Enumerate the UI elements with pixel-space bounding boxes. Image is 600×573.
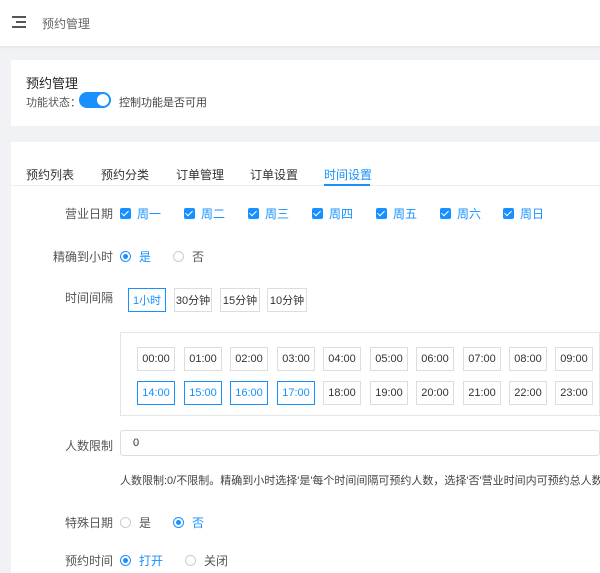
menu-fold-icon[interactable] xyxy=(12,16,26,28)
time-slot-button[interactable]: 16:00 xyxy=(230,381,268,405)
special-date-yes-radio[interactable]: 是 xyxy=(120,514,151,531)
time-slot-button[interactable]: 08:00 xyxy=(509,347,547,371)
top-bar: 预约管理 xyxy=(0,0,600,46)
checkbox-checked-icon xyxy=(184,208,195,219)
checkbox-checked-icon xyxy=(503,208,514,219)
time-slot-button[interactable]: 03:00 xyxy=(277,347,315,371)
business-day-sat-checkbox[interactable]: 周六 xyxy=(440,205,481,222)
time-slot-button[interactable]: 09:00 xyxy=(555,347,593,371)
time-slots-panel: 00:00 01:00 02:00 03:00 04:00 05:00 06:00 07:00… xyxy=(120,332,600,416)
special-date-label: 特殊日期 xyxy=(64,516,113,530)
checkbox-checked-icon xyxy=(248,208,259,219)
booking-time-open-radio[interactable]: 打开 xyxy=(120,552,163,569)
booking-time-label: 预约时间 xyxy=(64,554,113,568)
precise-hour-label: 精确到小时 xyxy=(52,250,113,264)
business-day-fri-checkbox[interactable]: 周五 xyxy=(376,205,417,222)
people-limit-input[interactable]: 0 xyxy=(120,430,600,456)
time-slot-button[interactable]: 21:00 xyxy=(463,381,501,405)
special-date-no-radio[interactable]: 否 xyxy=(173,514,204,531)
interval-15m-button[interactable]: 15分钟 xyxy=(220,288,260,312)
time-slot-button[interactable]: 17:00 xyxy=(277,381,315,405)
business-days-label: 营业日期 xyxy=(64,207,113,221)
time-slot-button[interactable]: 22:00 xyxy=(509,381,547,405)
time-slot-button[interactable]: 04:00 xyxy=(323,347,361,371)
time-slot-button[interactable]: 15:00 xyxy=(184,381,222,405)
time-slot-button[interactable]: 02:00 xyxy=(230,347,268,371)
precise-hour-yes-radio[interactable]: 是 xyxy=(120,248,151,265)
status-label: 功能状态： xyxy=(26,97,81,109)
time-slot-button[interactable]: 20:00 xyxy=(416,381,454,405)
tab-order-settings[interactable]: 订单设置 xyxy=(250,166,298,183)
people-limit-label: 人数限制 xyxy=(64,439,113,453)
page-title: 预约管理 xyxy=(26,76,79,91)
tab-order-management[interactable]: 订单管理 xyxy=(176,166,224,183)
tab-booking-list[interactable]: 预约列表 xyxy=(26,166,74,183)
booking-time-close-radio[interactable]: 关闭 xyxy=(185,552,228,569)
people-limit-hint: 人数限制:0/不限制。精确到小时选择'是'每个时间间隔可预约人数，选择'否'营业… xyxy=(120,475,600,487)
checkbox-checked-icon xyxy=(312,208,323,219)
time-slot-button[interactable]: 18:00 xyxy=(323,381,361,405)
breadcrumb: 预约管理 xyxy=(42,17,91,31)
business-day-sun-checkbox[interactable]: 周日 xyxy=(503,205,544,222)
time-slot-button[interactable]: 05:00 xyxy=(370,347,408,371)
business-day-mon-checkbox[interactable]: 周一 xyxy=(120,205,161,222)
checkbox-checked-icon xyxy=(376,208,387,219)
interval-10m-button[interactable]: 10分钟 xyxy=(267,288,307,312)
interval-30m-button[interactable]: 30分钟 xyxy=(174,288,212,312)
business-day-wed-checkbox[interactable]: 周三 xyxy=(248,205,289,222)
feature-status-card: 预约管理 功能状态： 控制功能是否可用 xyxy=(11,60,600,126)
business-day-thu-checkbox[interactable]: 周四 xyxy=(312,205,353,222)
time-slot-button[interactable]: 07:00 xyxy=(463,347,501,371)
checkbox-checked-icon xyxy=(440,208,451,219)
interval-1h-button[interactable]: 1小时 xyxy=(128,288,166,312)
tab-bar: 预约列表 预约分类 订单管理 订单设置 时间设置 xyxy=(11,142,600,186)
time-slot-button[interactable]: 19:00 xyxy=(370,381,408,405)
feature-status-toggle[interactable] xyxy=(79,92,111,108)
interval-label: 时间间隔 xyxy=(64,291,113,305)
tab-time-settings[interactable]: 时间设置 xyxy=(324,166,372,183)
time-slot-button[interactable]: 23:00 xyxy=(555,381,593,405)
status-description: 控制功能是否可用 xyxy=(119,97,207,109)
settings-card: 预约列表 预约分类 订单管理 订单设置 时间设置 营业日期 周一 周二 周三 周四 周五… xyxy=(11,142,600,573)
time-slot-button[interactable]: 06:00 xyxy=(416,347,454,371)
tab-booking-category[interactable]: 预约分类 xyxy=(101,166,149,183)
active-tab-indicator xyxy=(324,184,370,186)
checkbox-checked-icon xyxy=(120,208,131,219)
time-slot-button[interactable]: 01:00 xyxy=(184,347,222,371)
precise-hour-no-radio[interactable]: 否 xyxy=(173,248,204,265)
time-slot-button[interactable]: 14:00 xyxy=(137,381,175,405)
time-slot-button[interactable]: 00:00 xyxy=(137,347,175,371)
business-day-tue-checkbox[interactable]: 周二 xyxy=(184,205,225,222)
